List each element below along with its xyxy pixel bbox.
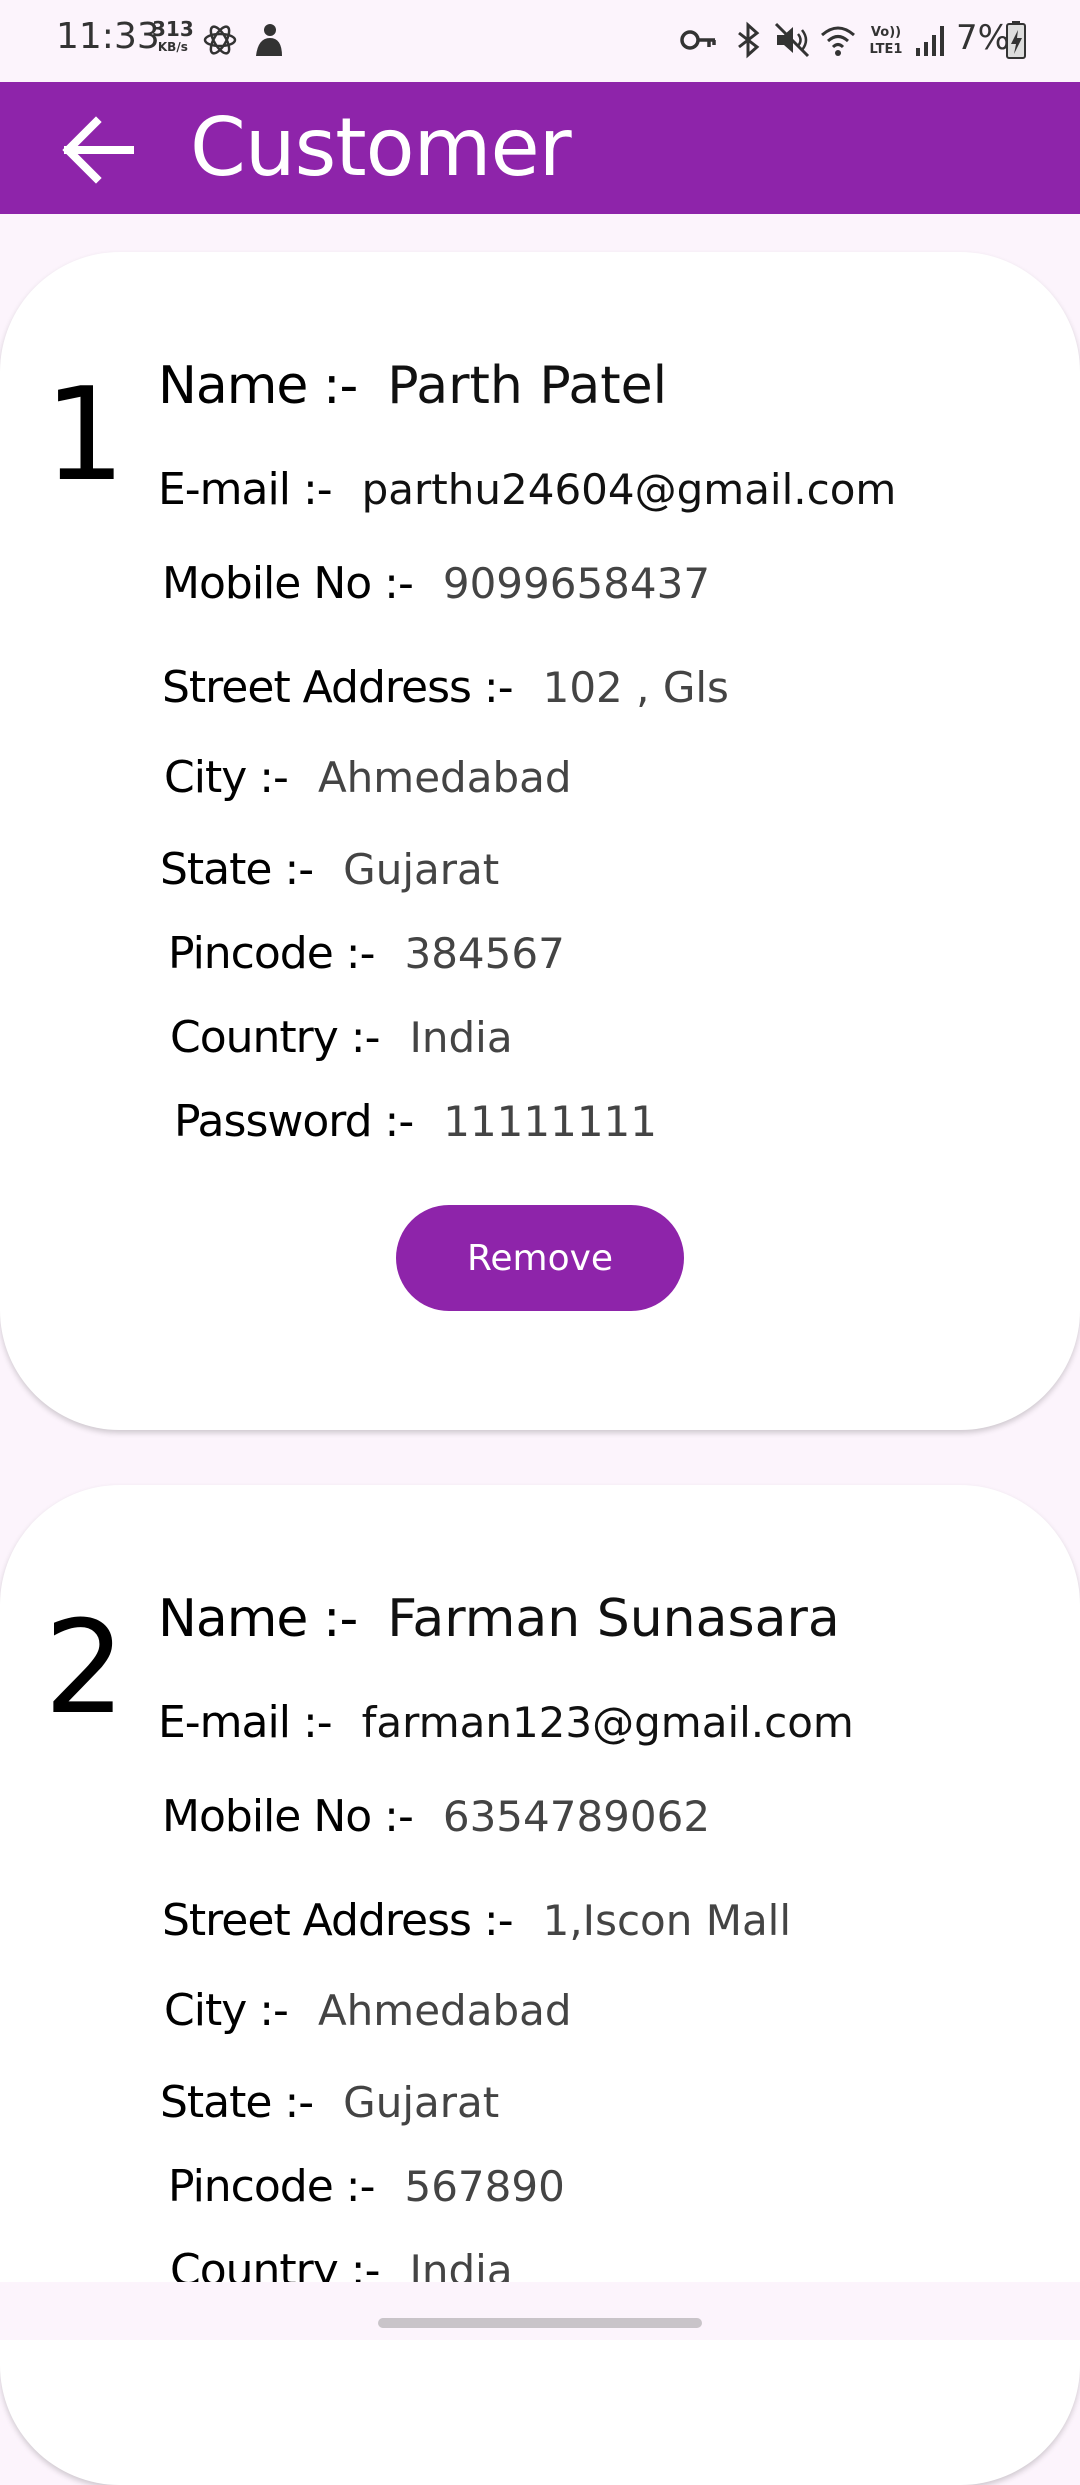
pincode-value: 567890 <box>404 2162 565 2211</box>
mobile-row: Mobile No :- 6354789062 <box>162 1791 710 1842</box>
svg-text:LTE1: LTE1 <box>870 42 903 57</box>
email-value: parthu24604@gmail.com <box>361 465 897 514</box>
country-label: Country :- <box>170 1012 380 1063</box>
city-row: City :- Ahmedabad <box>164 752 572 803</box>
pincode-value: 384567 <box>404 929 565 978</box>
customer-index: 2 <box>44 1594 126 1743</box>
navigation-bar <box>0 2282 1080 2340</box>
atom-icon <box>203 25 237 55</box>
city-value: Ahmedabad <box>317 1986 572 2035</box>
email-row: E-mail :- parthu24604@gmail.com <box>158 464 896 515</box>
street-row: Street Address :- 102 , Gls <box>162 662 729 713</box>
mobile-label: Mobile No :- <box>162 558 414 609</box>
arrow-left-icon <box>62 116 134 184</box>
state-label: State :- <box>160 844 314 895</box>
email-value: farman123@gmail.com <box>361 1698 854 1747</box>
mobile-value: 9099658437 <box>442 559 711 608</box>
city-label: City :- <box>164 752 289 803</box>
street-row: Street Address :- 1,Iscon Mall <box>162 1895 791 1946</box>
state-row: State :- Gujarat <box>160 844 499 895</box>
pincode-row: Pincode :- 567890 <box>168 2161 565 2212</box>
name-label: Name :- <box>158 356 358 416</box>
street-label: Street Address :- <box>162 662 514 713</box>
email-label: E-mail :- <box>158 464 333 515</box>
country-row: Country :- India <box>170 1012 513 1063</box>
street-value: 102 , Gls <box>542 663 729 712</box>
mobile-value: 6354789062 <box>442 1792 711 1841</box>
status-time: 11:33 <box>56 16 160 57</box>
network-speed: 313 KB/s <box>152 17 194 56</box>
signal-icon <box>916 26 944 56</box>
network-speed-value: 313 <box>152 17 194 41</box>
city-value: Ahmedabad <box>317 753 572 802</box>
name-value: Farman Sunasara <box>387 1589 840 1649</box>
state-value: Gujarat <box>343 845 500 894</box>
app-bar: Customer <box>0 82 1080 214</box>
network-speed-unit: KB/s <box>157 40 188 54</box>
email-label: E-mail :- <box>158 1697 333 1748</box>
customer-index: 1 <box>44 361 126 510</box>
customer-card: 1 Name :- Parth Patel E-mail :- parthu2460… <box>0 252 1080 1430</box>
pincode-label: Pincode :- <box>168 2161 375 2212</box>
bluetooth-icon <box>738 21 760 59</box>
street-value: 1,Iscon Mall <box>542 1896 792 1945</box>
status-bar: 11:33 313 KB/s Vo)) LTE1 7% <box>0 0 1080 82</box>
page-title: Customer <box>190 101 572 194</box>
pincode-row: Pincode :- 384567 <box>168 928 565 979</box>
state-row: State :- Gujarat <box>160 2077 499 2128</box>
remove-button[interactable]: Remove <box>396 1205 684 1311</box>
email-row: E-mail :- farman123@gmail.com <box>158 1697 854 1748</box>
battery-charging-icon <box>1006 21 1026 59</box>
volte-icon: Vo)) LTE1 <box>870 25 903 57</box>
name-row: Name :- Farman Sunasara <box>158 1589 840 1649</box>
country-value: India <box>409 1013 513 1062</box>
password-label: Password :- <box>174 1096 414 1147</box>
city-label: City :- <box>164 1985 289 2036</box>
mobile-row: Mobile No :- 9099658437 <box>162 558 710 609</box>
password-row: Password :- 11111111 <box>174 1096 657 1147</box>
name-label: Name :- <box>158 1589 358 1649</box>
mobile-label: Mobile No :- <box>162 1791 414 1842</box>
password-value: 11111111 <box>443 1097 657 1146</box>
battery-percent: 7% <box>956 18 1010 58</box>
vpn-key-icon <box>680 30 716 50</box>
pincode-label: Pincode :- <box>168 928 375 979</box>
street-label: Street Address :- <box>162 1895 514 1946</box>
state-value: Gujarat <box>343 2078 500 2127</box>
city-row: City :- Ahmedabad <box>164 1985 572 2036</box>
mute-icon <box>774 22 810 58</box>
wifi-icon <box>821 26 855 56</box>
svg-text:Vo)): Vo)) <box>871 25 901 40</box>
name-row: Name :- Parth Patel <box>158 356 667 416</box>
back-button[interactable] <box>48 110 144 190</box>
app-notification-icon <box>256 24 282 56</box>
name-value: Parth Patel <box>387 356 668 416</box>
state-label: State :- <box>160 2077 314 2128</box>
home-gesture-handle[interactable] <box>378 2318 702 2328</box>
